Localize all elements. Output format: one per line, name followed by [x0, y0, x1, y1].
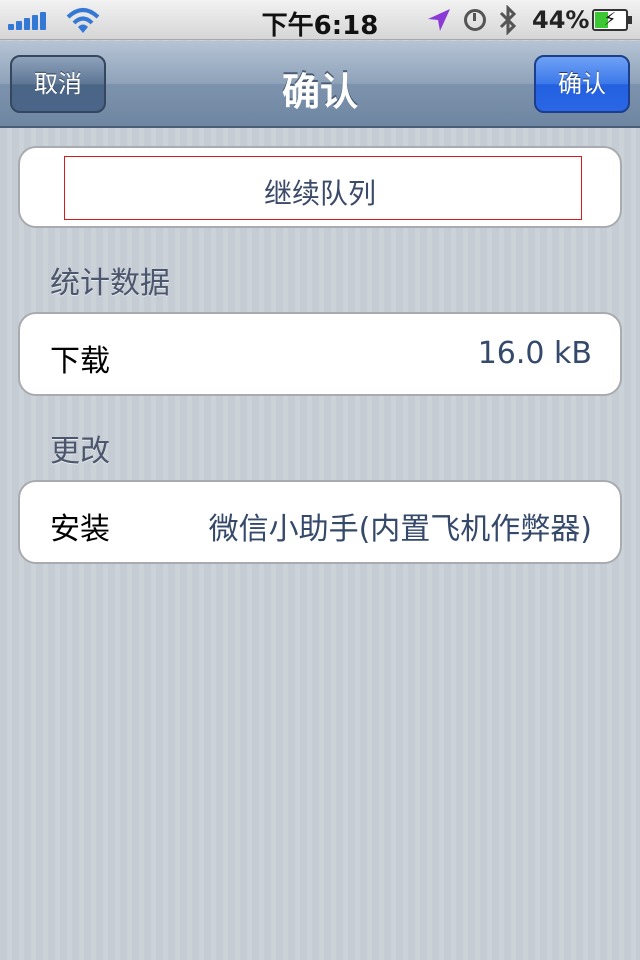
section-header-changes: 更改	[50, 434, 110, 469]
charging-bolt-icon: ⚡	[603, 9, 617, 30]
navigation-bar: 取消 确认 确认	[0, 41, 640, 128]
section-header-statistics: 统计数据	[50, 266, 170, 301]
clock-icon	[464, 9, 486, 31]
confirm-button[interactable]: 确认	[534, 55, 630, 113]
install-package-name: 微信小助手(内置飞机作弊器)	[208, 512, 592, 547]
install-row: 安装 微信小助手(内置飞机作弊器)	[18, 480, 622, 564]
status-bar: 下午6:18 44% ⚡	[0, 0, 640, 41]
install-label: 安装	[50, 512, 110, 547]
download-label: 下载	[50, 344, 110, 379]
location-icon	[428, 9, 450, 31]
battery-percent: 44%	[532, 6, 590, 34]
battery-icon: ⚡	[592, 9, 632, 31]
download-row: 下载 16.0 kB	[18, 312, 622, 396]
download-size: 16.0 kB	[477, 336, 592, 371]
bluetooth-icon	[499, 5, 517, 35]
continue-queue-button[interactable]: 继续队列	[18, 146, 622, 228]
continue-queue-label: 继续队列	[263, 177, 376, 210]
